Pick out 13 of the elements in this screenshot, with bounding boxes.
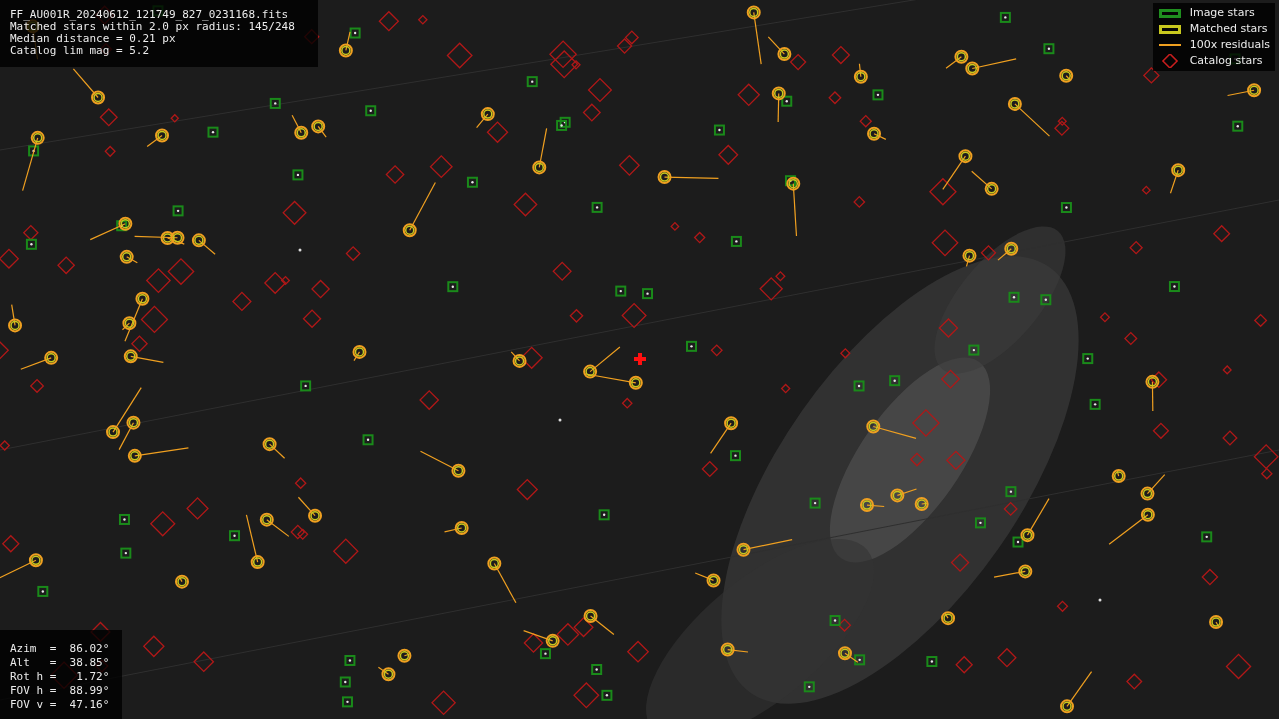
pointing-text: FOV v = 47.16° xyxy=(10,698,111,712)
info-text: Matched stars within 2.0 px radius: 145/248 xyxy=(10,21,296,33)
legend-label: Catalog stars xyxy=(1189,52,1263,69)
pointing-text: Rot h = 1.72° xyxy=(10,670,111,684)
info-text: FF_AU001R_20240612_121749_827_0231168.fits xyxy=(10,9,290,21)
info-text: Catalog lim mag = 5.2 xyxy=(10,45,151,57)
pointing-text: FOV h = 88.99° xyxy=(10,684,111,698)
legend-label: Image stars xyxy=(1189,4,1255,21)
pointing-text: Alt = 38.85° xyxy=(10,656,111,670)
legend-label: Matched stars xyxy=(1189,20,1268,37)
legend-label: 100x residuals xyxy=(1189,36,1270,53)
info-text: Median distance = 0.21 px xyxy=(10,33,177,45)
pointing-text: Azim = 86.02° xyxy=(10,642,111,656)
